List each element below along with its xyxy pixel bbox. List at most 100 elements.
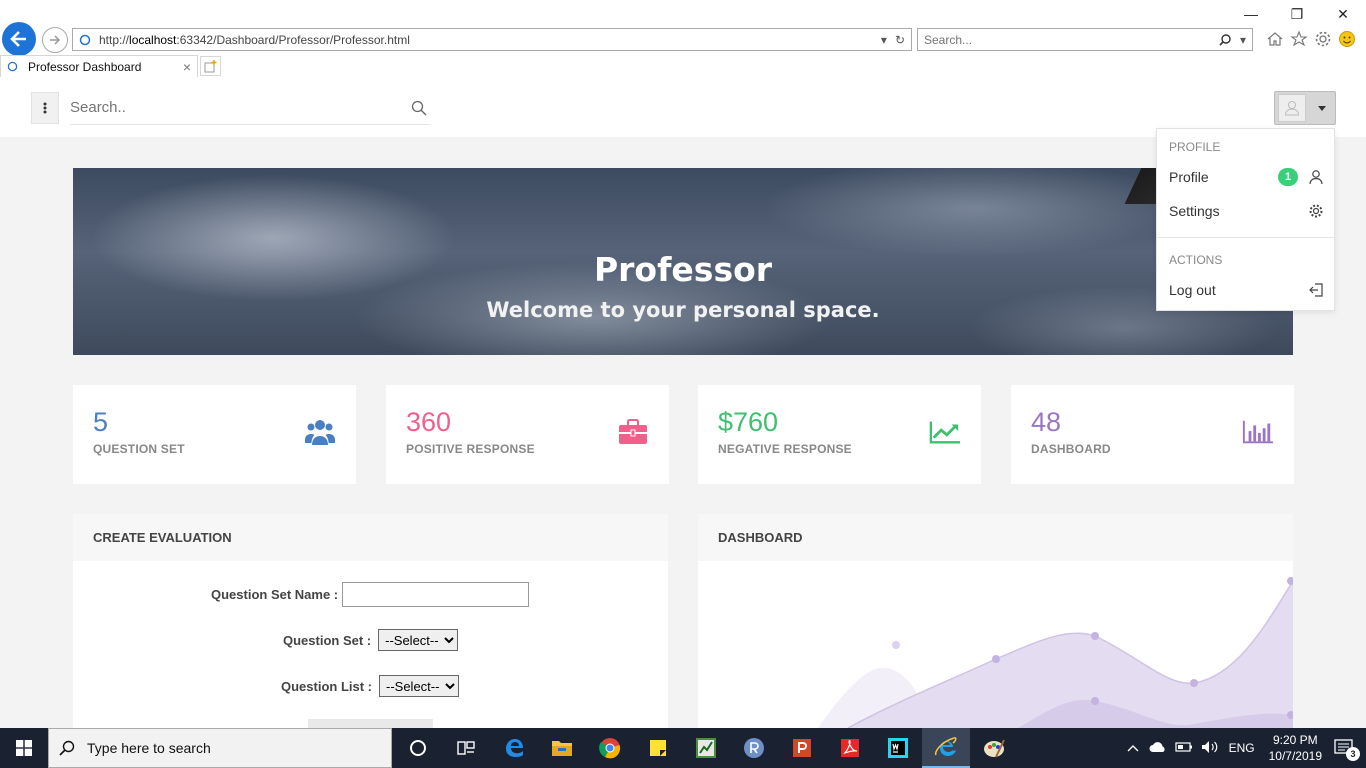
search-icon[interactable] (408, 100, 430, 116)
hero-subtitle: Welcome to your personal space. (486, 298, 880, 322)
tab-loading-icon (7, 61, 18, 72)
browser-search-box[interactable]: ▾ (917, 28, 1253, 51)
chart-point (892, 641, 900, 649)
chevron-up-icon[interactable] (1127, 741, 1139, 755)
page-loading-icon (79, 34, 91, 45)
task-view-icon[interactable] (442, 728, 490, 768)
restore-button[interactable]: ❐ (1274, 4, 1320, 24)
chart-point (1190, 679, 1198, 687)
user-menu-button[interactable] (1274, 91, 1336, 125)
panel-title: DASHBOARD (698, 514, 1293, 561)
forward-button[interactable] (42, 27, 68, 53)
question-set-row: Question Set : --Select-- (283, 629, 459, 651)
stat-value: 360 (406, 407, 452, 437)
url-scheme: http:// (99, 32, 130, 47)
chart-point (1091, 632, 1099, 640)
search-icon[interactable] (1218, 33, 1232, 47)
bar-chart-icon (1242, 417, 1274, 447)
r-language-icon[interactable] (730, 728, 778, 768)
browser-tab[interactable]: Professor Dashboard × (0, 55, 198, 77)
arrow-right-icon (50, 35, 61, 45)
smiley-feedback-icon[interactable] (1338, 29, 1356, 49)
internet-explorer-icon[interactable] (922, 728, 970, 768)
menu-item-profile[interactable]: Profile 1 (1169, 165, 1324, 189)
chart-point (992, 655, 1000, 663)
dashboard-area-chart (818, 577, 1293, 728)
acrobat-reader-icon[interactable] (826, 728, 874, 768)
browser-search-input[interactable] (924, 32, 1218, 47)
start-button[interactable] (0, 728, 48, 768)
chart-point (1091, 697, 1099, 705)
menu-item-settings[interactable]: Settings (1169, 199, 1324, 223)
address-dropdown-icon[interactable]: ▾ (881, 33, 887, 47)
users-icon (304, 417, 336, 447)
user-icon (1309, 170, 1323, 185)
windows-taskbar: Type here to search ENG 9:20 PM 10/7/201… (0, 728, 1366, 768)
onedrive-cloud-icon[interactable] (1149, 741, 1167, 756)
refresh-icon[interactable]: ↻ (895, 33, 905, 47)
project-app-icon[interactable] (682, 728, 730, 768)
stat-card-positive-response: 360 POSITIVE RESPONSE (386, 385, 669, 484)
notification-badge: 1 (1278, 168, 1298, 186)
gear-icon (1309, 204, 1323, 218)
address-bar[interactable]: http://localhost:63342/Dashboard/Profess… (72, 28, 912, 51)
browser-toolbar (1266, 29, 1356, 49)
panel-title: CREATE EVALUATION (73, 514, 668, 561)
action-center-button[interactable]: 3 (1334, 739, 1360, 761)
avatar (1278, 94, 1306, 122)
stat-label: DASHBOARD (1031, 442, 1111, 456)
tab-close-button[interactable]: × (183, 59, 191, 75)
language-indicator[interactable]: ENG (1229, 741, 1255, 755)
briefcase-icon (617, 417, 649, 447)
submit-button[interactable] (308, 719, 433, 728)
question-list-label: Question List : (281, 678, 372, 694)
file-explorer-icon[interactable] (538, 728, 586, 768)
clock[interactable]: 9:20 PM 10/7/2019 (1269, 732, 1322, 764)
clock-date: 10/7/2019 (1268, 749, 1322, 763)
settings-gear-icon[interactable] (1314, 29, 1332, 49)
volume-icon[interactable] (1201, 740, 1219, 757)
stat-card-dashboard: 48 DASHBOARD (1011, 385, 1294, 484)
favorites-star-icon[interactable] (1290, 29, 1308, 49)
taskbar-search-box[interactable]: Type here to search (48, 728, 392, 768)
stat-value: $760 (718, 407, 779, 437)
paint-app-icon[interactable] (970, 728, 1018, 768)
notification-count-badge: 3 (1346, 747, 1360, 761)
back-button[interactable] (2, 22, 36, 56)
new-tab-icon (204, 59, 217, 72)
webstorm-icon[interactable] (874, 728, 922, 768)
question-list-select[interactable]: --Select-- (379, 675, 459, 697)
page-search-input[interactable] (70, 99, 408, 116)
minimize-button[interactable]: — (1228, 4, 1274, 24)
close-window-button[interactable]: ✕ (1320, 4, 1366, 24)
vertical-dots-icon (43, 102, 47, 114)
taskbar-search-placeholder: Type here to search (87, 740, 211, 756)
search-icon (59, 740, 75, 756)
dropdown-header-actions: ACTIONS (1169, 253, 1223, 267)
trend-up-icon (929, 417, 961, 447)
stat-card-question-set: 5 QUESTION SET (73, 385, 356, 484)
page-search (70, 91, 430, 125)
clock-time: 9:20 PM (1272, 733, 1318, 747)
tab-title: Professor Dashboard (28, 59, 142, 74)
create-evaluation-panel: CREATE EVALUATION Question Set Name : Qu… (73, 514, 668, 728)
url-text: http://localhost:63342/Dashboard/Profess… (99, 33, 873, 47)
sticky-notes-icon[interactable] (634, 728, 682, 768)
cortana-icon[interactable] (394, 728, 442, 768)
question-set-name-input[interactable] (342, 582, 530, 607)
chrome-icon[interactable] (586, 728, 634, 768)
powerpoint-icon[interactable] (778, 728, 826, 768)
menu-button[interactable] (31, 92, 59, 124)
question-set-select[interactable]: --Select-- (378, 629, 459, 651)
chevron-down-icon (1318, 105, 1326, 111)
user-icon (1284, 101, 1300, 116)
stat-label: NEGATIVE RESPONSE (718, 442, 852, 456)
edge-browser-icon[interactable] (490, 728, 538, 768)
menu-item-logout[interactable]: Log out (1169, 278, 1324, 302)
new-tab-button[interactable] (200, 56, 221, 76)
home-icon[interactable] (1266, 29, 1284, 49)
search-dropdown-icon[interactable]: ▾ (1240, 33, 1246, 47)
dropdown-header-profile: PROFILE (1169, 140, 1221, 154)
battery-icon[interactable] (1174, 741, 1193, 756)
dashboard-panel: DASHBOARD (698, 514, 1293, 728)
